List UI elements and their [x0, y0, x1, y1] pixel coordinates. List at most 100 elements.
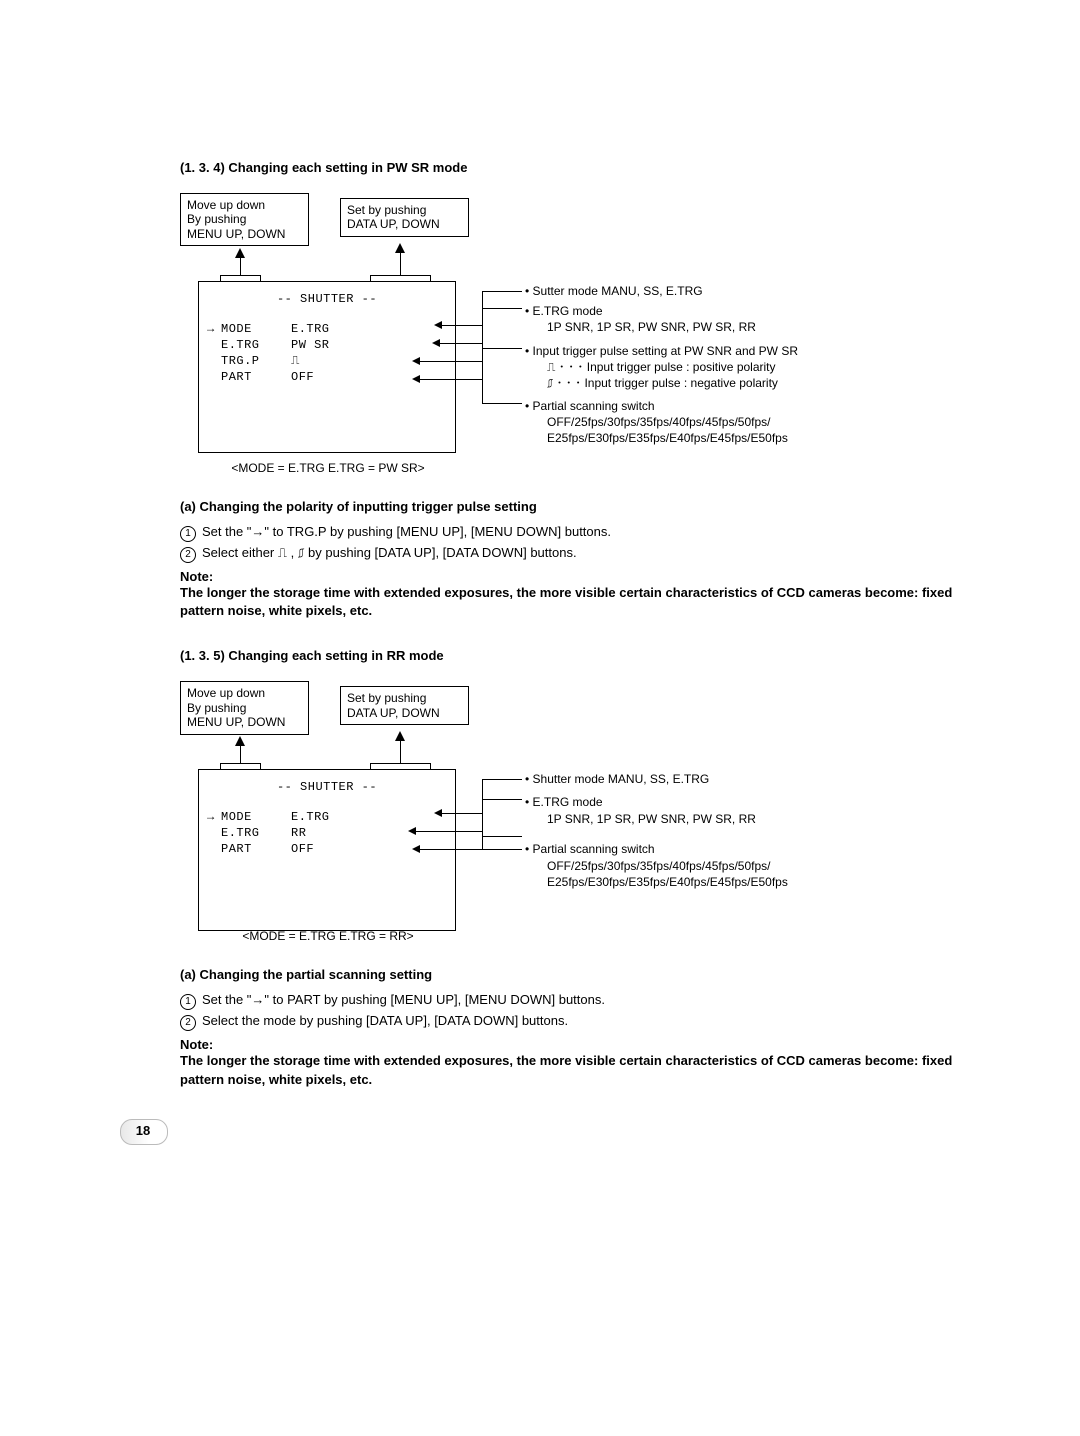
menu-val: E.TRG: [291, 322, 330, 336]
step-2-text: Select the mode by pushing [DATA UP], [D…: [202, 1013, 568, 1028]
menu-val: RR: [291, 826, 306, 840]
menu-key: MODE: [221, 322, 291, 336]
bullet-partial-values2: E25fps/E30fps/E35fps/E40fps/E45fps/E50fp…: [525, 874, 788, 890]
menu-cursor: →: [207, 322, 221, 336]
arrowhead-icon: [412, 375, 420, 383]
note-label: Note:: [180, 569, 980, 584]
step-number-icon: 2: [180, 1015, 196, 1031]
leader-line: [442, 325, 482, 326]
bullet-partial-values1: OFF/25fps/30fps/35fps/40fps/45fps/50fps/: [525, 414, 788, 430]
menu-cursor: [207, 842, 221, 856]
arrowhead-icon: [412, 845, 420, 853]
arrowhead-icon: [412, 357, 420, 365]
diagram-pw-sr: Move up down By pushing MENU UP, DOWN Se…: [180, 193, 940, 453]
label-menu-up-down: Move up down By pushing MENU UP, DOWN: [180, 193, 309, 246]
leader-line: [416, 831, 482, 832]
bullet-etrg-mode: • E.TRG mode: [525, 794, 756, 810]
bracket-line: [220, 275, 260, 276]
menu-row: E.TRG PW SR: [207, 338, 447, 352]
step-number-icon: 1: [180, 994, 196, 1010]
heading-134: (1. 3. 4) Changing each setting in PW SR…: [180, 160, 980, 175]
leader-line: [482, 308, 522, 309]
menu-key: TRG.P: [221, 354, 291, 368]
menu-val: E.TRG: [291, 810, 330, 824]
bullet-partial-values1: OFF/25fps/30fps/35fps/40fps/45fps/50fps/: [525, 858, 788, 874]
page-number: 18: [120, 1119, 166, 1143]
step-1-text: Set the "→" to TRG.P by pushing [MENU UP…: [202, 524, 611, 539]
leader-line: [420, 379, 482, 380]
leader-line: [482, 379, 483, 404]
menu-key: PART: [221, 842, 291, 856]
menu-val: OFF: [291, 370, 314, 384]
step-2-text: Select either ⎍ , ⎎ by pushing [DATA UP]…: [202, 545, 577, 561]
menu-key: E.TRG: [221, 826, 291, 840]
leader-line: [482, 291, 483, 386]
leader-line: [482, 779, 483, 849]
leader-line: [482, 403, 522, 404]
diagram-rr: Move up down By pushing MENU UP, DOWN Se…: [180, 681, 940, 921]
bracket-line: [220, 763, 260, 764]
menu-cursor: [207, 826, 221, 840]
shutter-menu-display: -- SHUTTER -- → MODE E.TRG E.TRG PW SR T…: [198, 281, 456, 453]
leader-line: [440, 343, 482, 344]
label-data-up-down: Set by pushing DATA UP, DOWN: [340, 686, 469, 725]
arrow-up-icon: [235, 736, 245, 746]
note-body: The longer the storage time with extende…: [180, 1052, 980, 1088]
menu-row: → MODE E.TRG: [207, 322, 447, 336]
bullet-pulse-positive: ⎍ ･ ･ ･ Input trigger pulse : positive p…: [525, 359, 798, 375]
menu-key: MODE: [221, 810, 291, 824]
bullet-shutter-mode: • Sutter mode MANU, SS, E.TRG: [525, 283, 703, 299]
step-2: 2 Select the mode by pushing [DATA UP], …: [180, 1013, 980, 1031]
note-label: Note:: [180, 1037, 980, 1052]
arrow-stem: [400, 253, 401, 276]
step-1: 1 Set the "→" to PART by pushing [MENU U…: [180, 992, 980, 1010]
menu-row: → MODE E.TRG: [207, 810, 447, 824]
menu-cursor: →: [207, 810, 221, 824]
arrow-stem: [240, 258, 241, 276]
leader-line: [482, 836, 522, 837]
menu-val: PW SR: [291, 338, 330, 352]
arrow-stem: [240, 746, 241, 764]
label-data-up-down: Set by pushing DATA UP, DOWN: [340, 198, 469, 237]
subheading-135a: (a) Changing the partial scanning settin…: [180, 967, 980, 982]
leader-line: [482, 291, 522, 292]
diagram-caption-134: <MODE = E.TRG E.TRG = PW SR>: [198, 461, 458, 475]
diagram-caption-135: <MODE = E.TRG E.TRG = RR>: [198, 929, 458, 943]
note-body: The longer the storage time with extende…: [180, 584, 980, 620]
menu-cursor: [207, 370, 221, 384]
bullet-etrg-values: 1P SNR, 1P SR, PW SNR, PW SR, RR: [525, 811, 756, 827]
bullet-partial-scan: • Partial scanning switch: [525, 841, 788, 857]
bullet-pulse-negative: ⎎ ･ ･ ･ Input trigger pulse : negative p…: [525, 375, 798, 391]
menu-key: E.TRG: [221, 338, 291, 352]
leader-line: [420, 849, 522, 850]
menu-key: PART: [221, 370, 291, 384]
step-number-icon: 1: [180, 526, 196, 542]
leader-line: [420, 361, 482, 362]
menu-row: TRG.P ⎍: [207, 354, 447, 368]
label-menu-up-down: Move up down By pushing MENU UP, DOWN: [180, 681, 309, 734]
bullet-partial-values2: E25fps/E30fps/E35fps/E40fps/E45fps/E50fp…: [525, 430, 788, 446]
heading-135: (1. 3. 5) Changing each setting in RR mo…: [180, 648, 980, 663]
menu-val: ⎍: [291, 354, 300, 368]
bullet-etrg-values: 1P SNR, 1P SR, PW SNR, PW SR, RR: [525, 319, 756, 335]
arrow-up-icon: [235, 248, 245, 258]
bracket-line: [370, 763, 430, 764]
arrowhead-icon: [432, 339, 440, 347]
leader-line: [482, 779, 522, 780]
step-1-text: Set the "→" to PART by pushing [MENU UP]…: [202, 992, 605, 1007]
step-number-icon: 2: [180, 547, 196, 563]
arrowhead-icon: [408, 827, 416, 835]
bullet-shutter-mode: • Shutter mode MANU, SS, E.TRG: [525, 771, 709, 787]
arrow-up-icon: [395, 243, 405, 253]
menu-title: -- SHUTTER --: [207, 292, 447, 306]
leader-line: [442, 813, 482, 814]
page-number-badge: 18: [120, 1119, 166, 1147]
arrow-up-icon: [395, 731, 405, 741]
leader-line: [482, 799, 522, 800]
page: (1. 3. 4) Changing each setting in PW SR…: [0, 0, 1080, 1207]
menu-row: PART OFF: [207, 842, 447, 856]
menu-val: OFF: [291, 842, 314, 856]
arrowhead-icon: [434, 809, 442, 817]
subheading-134a: (a) Changing the polarity of inputting t…: [180, 499, 980, 514]
step-2: 2 Select either ⎍ , ⎎ by pushing [DATA U…: [180, 545, 980, 563]
